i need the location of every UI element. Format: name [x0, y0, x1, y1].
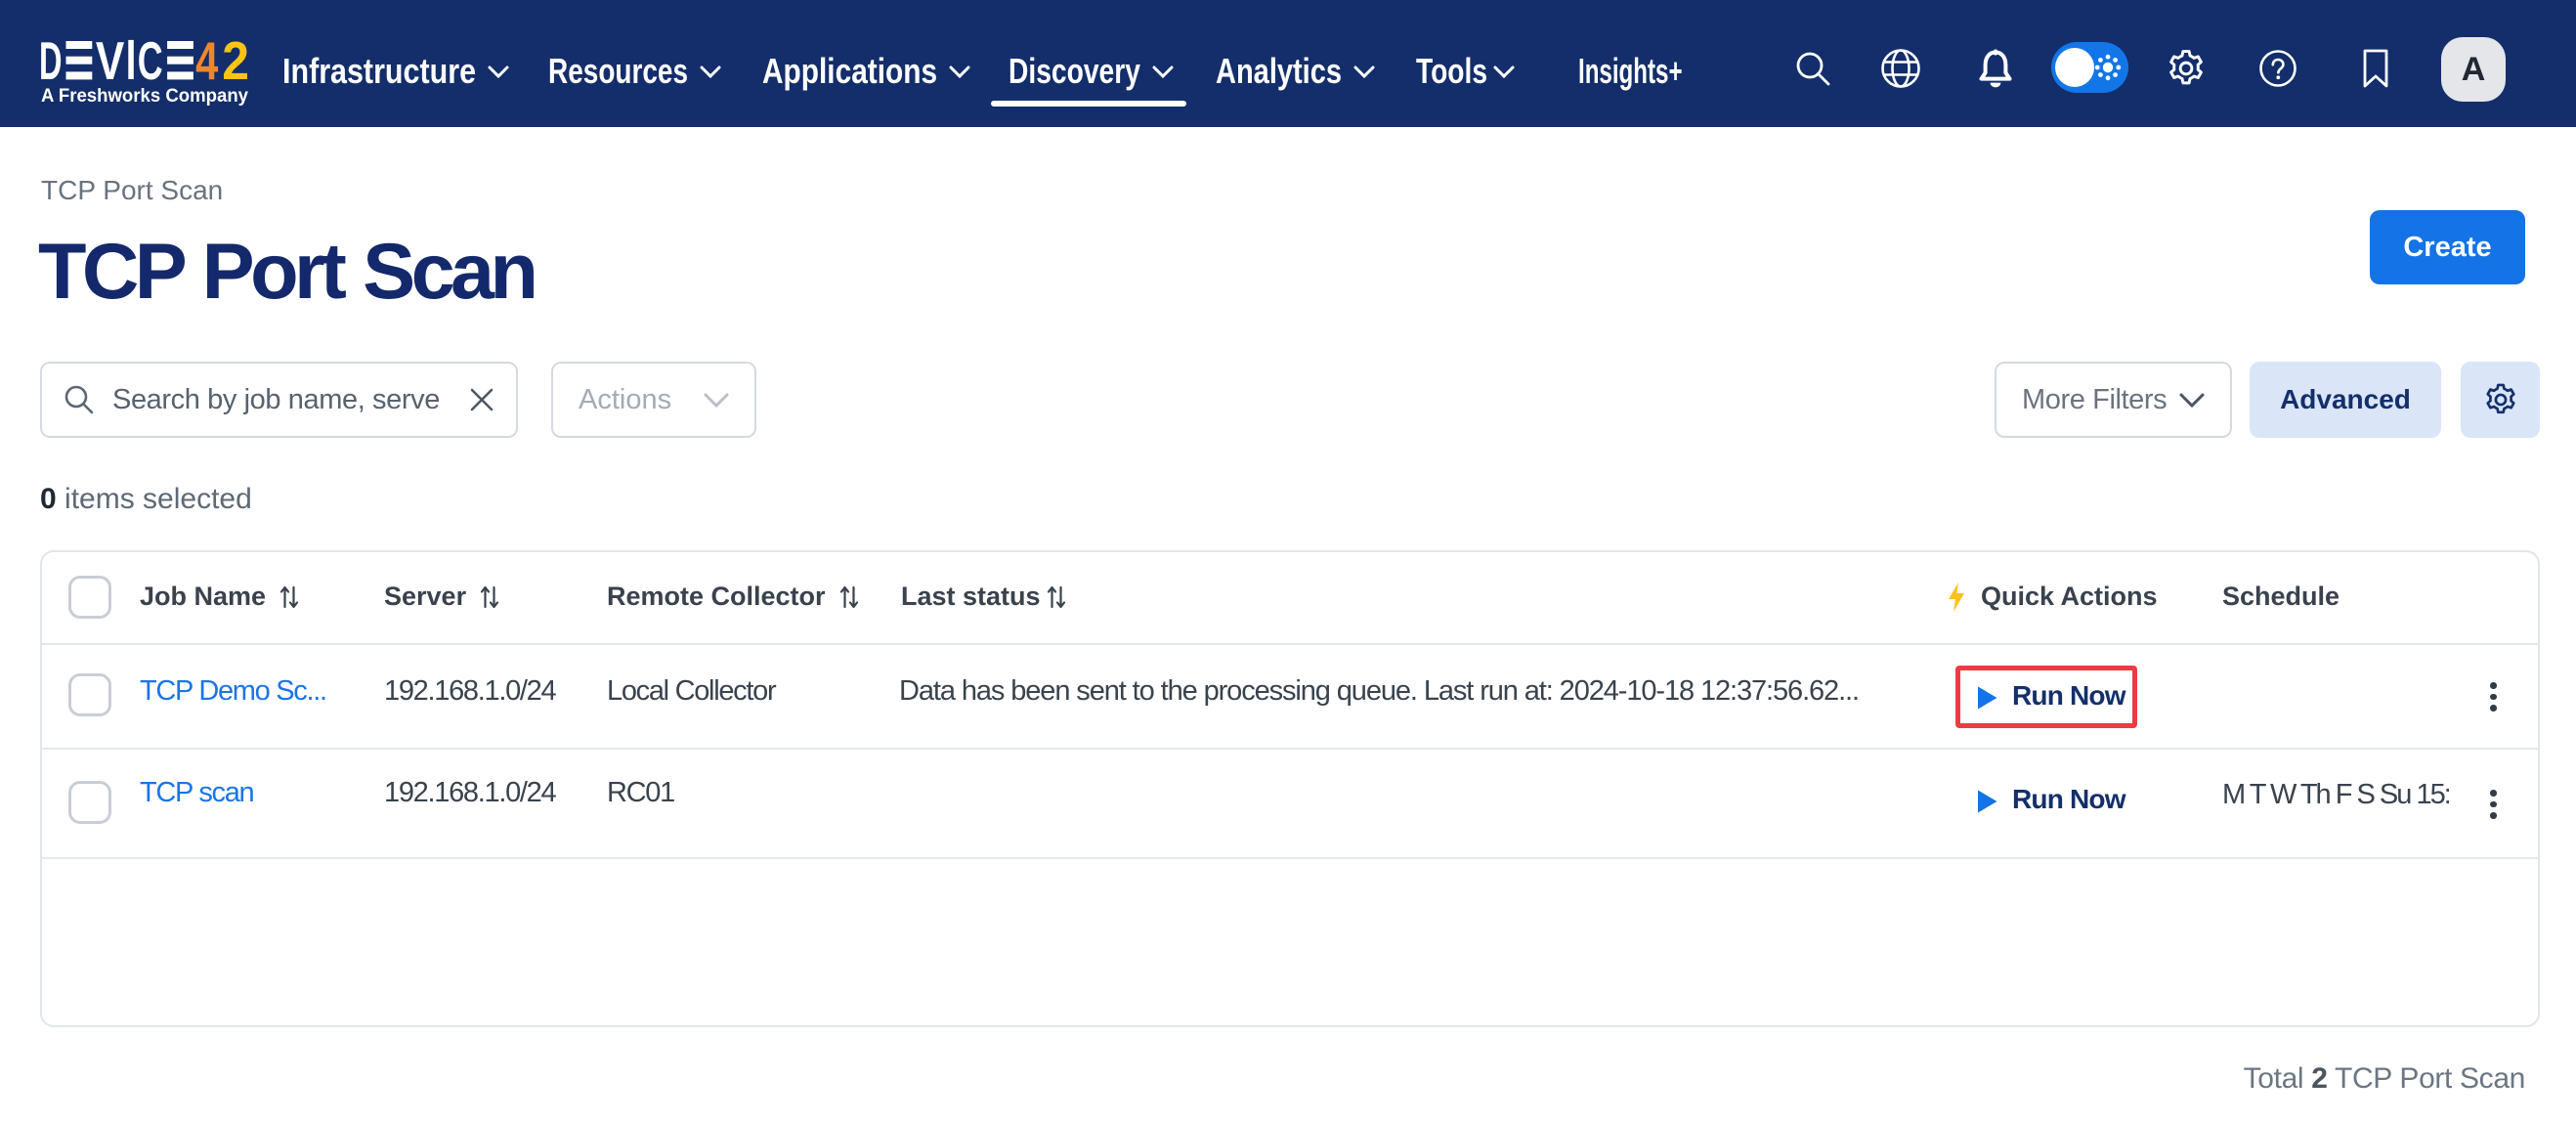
svg-text:C: C	[138, 37, 163, 91]
svg-text:V: V	[96, 37, 125, 91]
svg-text:A Freshworks Company: A Freshworks Company	[41, 86, 248, 107]
svg-text:4: 4	[195, 37, 219, 91]
svg-text:D: D	[39, 37, 63, 91]
svg-text:2: 2	[222, 37, 249, 91]
